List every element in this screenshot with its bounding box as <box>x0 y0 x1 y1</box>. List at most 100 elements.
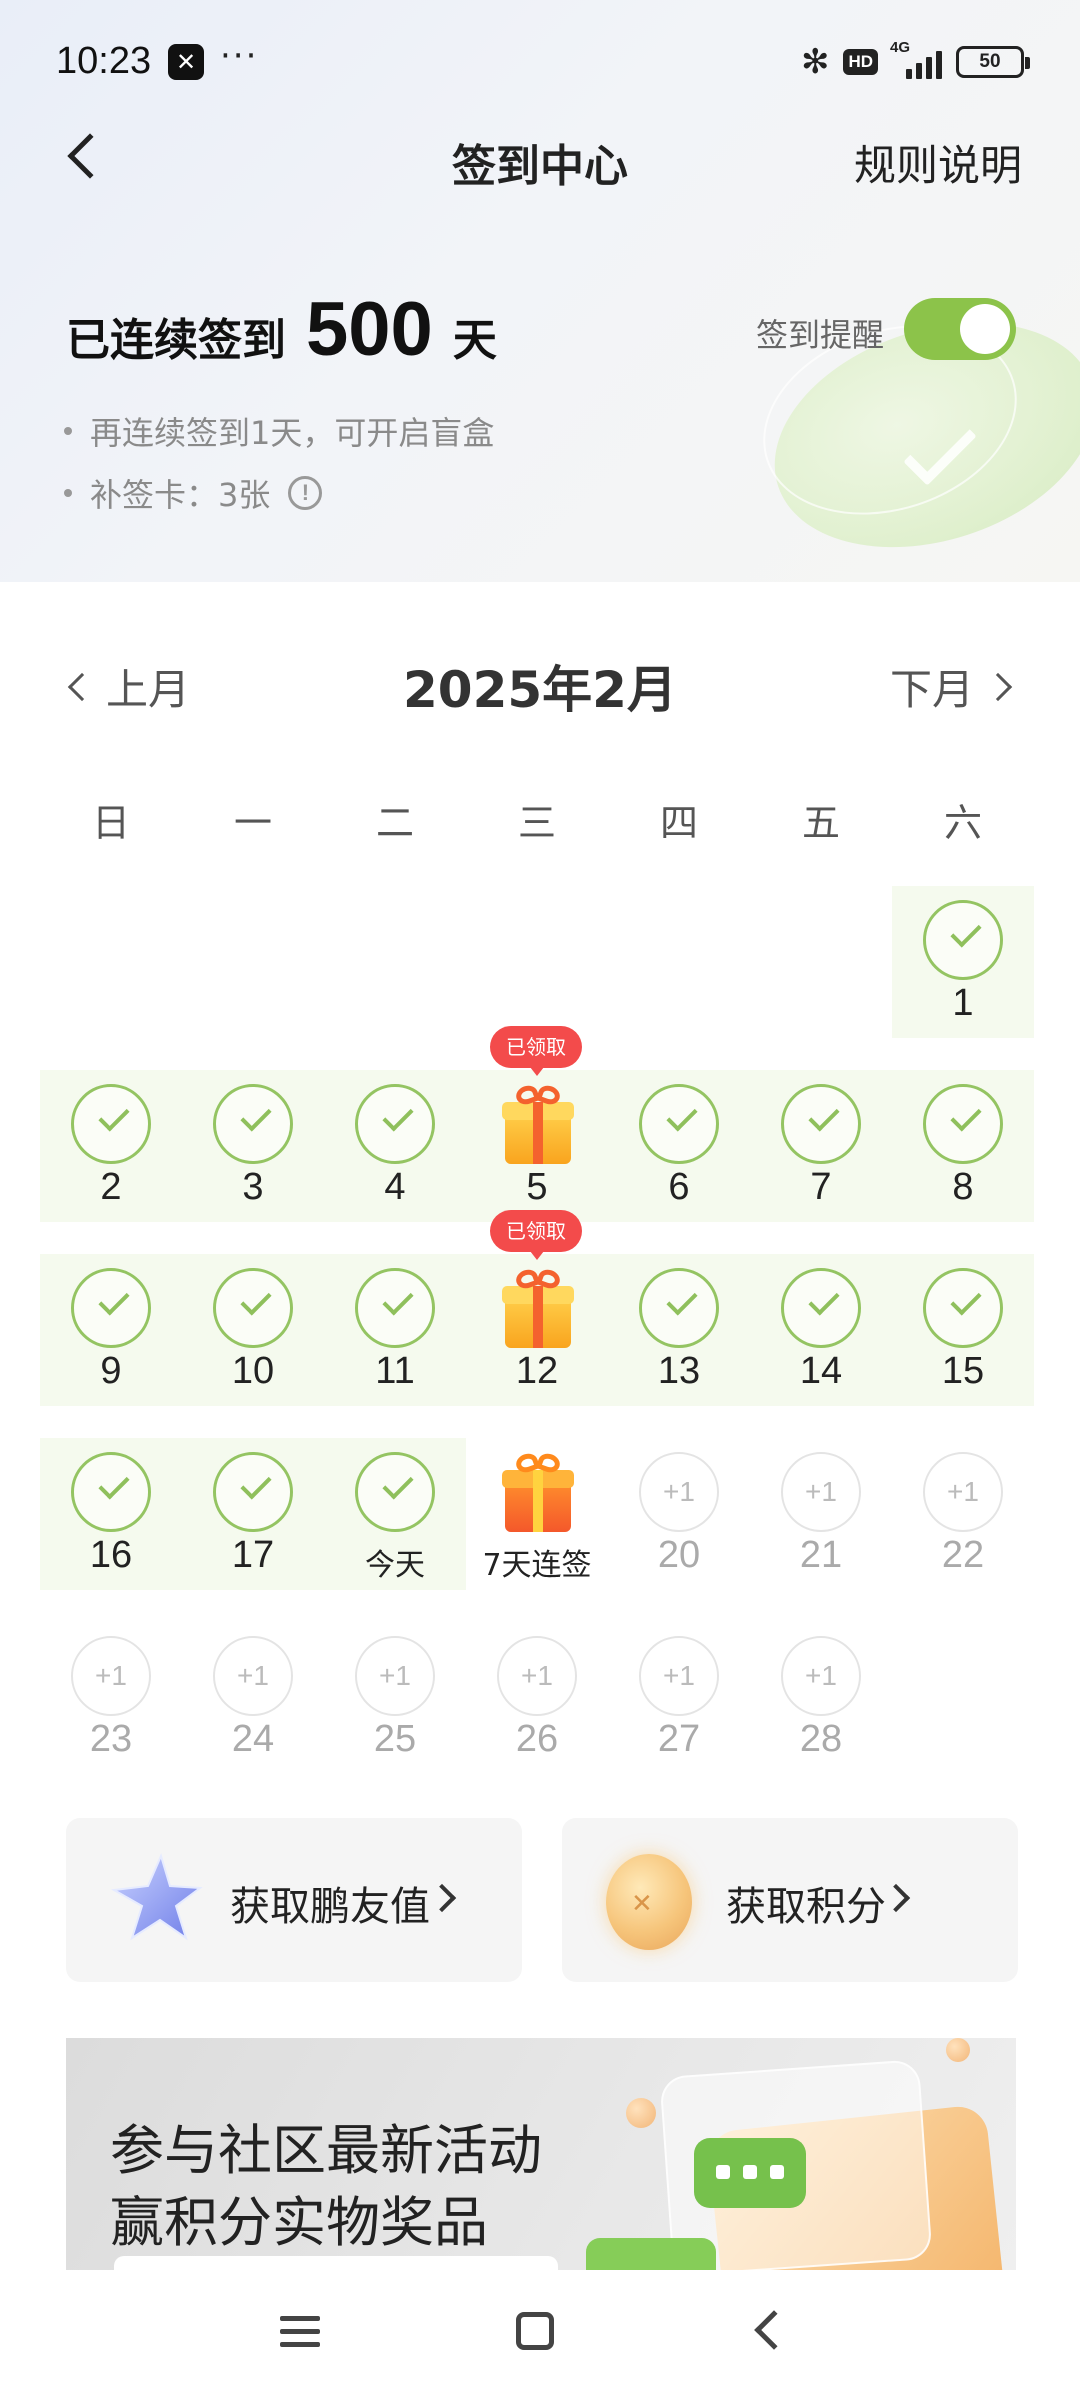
calendar-day[interactable]: 10 <box>182 1254 324 1406</box>
day-number: 17 <box>231 1534 275 1576</box>
calendar-day[interactable]: 8 <box>892 1070 1034 1222</box>
day-number: 28 <box>799 1718 843 1760</box>
info-blind-box: 再连续签到1天，可开启盲盒 <box>64 408 494 454</box>
remind-toggle[interactable] <box>904 298 1016 360</box>
calendar-day-future[interactable]: +1 22 <box>892 1438 1034 1590</box>
calendar-day[interactable]: 16 <box>40 1438 182 1590</box>
next-month-button[interactable]: 下月 <box>889 656 1013 717</box>
plus-one-badge: +1 <box>355 1636 435 1716</box>
hd-badge: HD <box>843 49 878 75</box>
info-icon[interactable]: ! <box>288 476 323 510</box>
day-number: 1 <box>952 982 974 1024</box>
check-circle-icon <box>923 900 1003 980</box>
calendar-day-reward[interactable]: 已领取 12 <box>466 1210 608 1406</box>
weekday-sat: 六 <box>943 801 982 845</box>
bullet-icon <box>64 489 72 497</box>
calendar-day-future[interactable]: +1 27 <box>608 1622 750 1774</box>
plus-one-badge: +1 <box>923 1452 1003 1532</box>
calendar-day-future[interactable]: +1 26 <box>466 1622 608 1774</box>
calendar-day-future[interactable]: +1 28 <box>750 1622 892 1774</box>
calendar-day-future[interactable]: +1 20 <box>608 1438 750 1590</box>
day-number: 4 <box>384 1166 406 1208</box>
calendar-day[interactable]: 6 <box>608 1070 750 1222</box>
battery-icon: 50 <box>956 46 1030 78</box>
chevron-right-icon <box>881 1883 911 1913</box>
plus-one-badge: +1 <box>213 1636 293 1716</box>
calendar-day-future[interactable]: +1 21 <box>750 1438 892 1590</box>
check-circle-icon <box>71 1084 151 1164</box>
calendar-day[interactable]: 17 <box>182 1438 324 1590</box>
day-number: 10 <box>231 1350 275 1392</box>
calendar-day-today[interactable]: 今天 <box>324 1438 466 1590</box>
toggle-knob <box>960 304 1010 354</box>
today-label: 今天 <box>365 1548 425 1583</box>
calendar-day[interactable]: 11 <box>324 1254 466 1406</box>
weekday-tue: 二 <box>375 801 414 845</box>
get-points-label: 获取积分 <box>726 1884 886 1930</box>
day-number: 7 <box>810 1166 832 1208</box>
calendar-day[interactable]: 1 <box>892 886 1034 1038</box>
calendar-day-future[interactable]: +1 23 <box>40 1622 182 1774</box>
day-number: 15 <box>941 1350 985 1392</box>
plus-one-badge: +1 <box>497 1636 577 1716</box>
calendar-day[interactable]: 7 <box>750 1070 892 1222</box>
more-notifications-icon: ··· <box>220 36 259 76</box>
day-number: 24 <box>231 1718 275 1760</box>
system-navigation-bar <box>0 2270 1080 2400</box>
calendar-day[interactable]: 3 <box>182 1070 324 1222</box>
day-number: 16 <box>89 1534 133 1576</box>
day-number: 22 <box>941 1534 985 1576</box>
streak-summary: 已连续签到 500 天 <box>66 286 497 373</box>
coin-icon: ✕ <box>606 1854 692 1950</box>
get-friend-value-label: 获取鹏友值 <box>230 1884 430 1930</box>
check-circle-icon <box>355 1452 435 1532</box>
weekday-thu: 四 <box>659 801 698 845</box>
rules-link[interactable]: 规则说明 <box>854 132 1022 193</box>
star-icon <box>110 1853 203 1941</box>
decorative-ball <box>626 2098 656 2128</box>
next-month-label: 下月 <box>889 665 974 714</box>
home-icon[interactable] <box>516 2312 554 2350</box>
get-points-card[interactable]: ✕ 获取积分 <box>562 1818 1018 1982</box>
calendar-day-reward[interactable]: 已领取 5 <box>466 1026 608 1222</box>
check-circle-icon <box>781 1268 861 1348</box>
get-friend-value-card[interactable]: 获取鹏友值 <box>66 1818 522 1982</box>
battery-level: 50 <box>979 51 1001 72</box>
menu-icon[interactable] <box>280 2314 320 2350</box>
day-number: 21 <box>799 1534 843 1576</box>
calendar-day[interactable]: 2 <box>40 1070 182 1222</box>
calendar-day[interactable]: 9 <box>40 1254 182 1406</box>
weekday-fri: 五 <box>801 801 840 845</box>
day-number: 23 <box>89 1718 133 1760</box>
check-circle-icon <box>639 1268 719 1348</box>
check-circle-icon <box>213 1268 293 1348</box>
weekday-mon: 一 <box>233 801 272 845</box>
banner-title-line2: 赢积分实物奖品 <box>110 2191 488 2254</box>
day-number: 9 <box>100 1350 122 1392</box>
calendar-day[interactable]: 13 <box>608 1254 750 1406</box>
app-notification-icon: ✕ <box>168 44 204 80</box>
calendar-day[interactable]: 15 <box>892 1254 1034 1406</box>
streak-suffix: 天 <box>452 315 497 366</box>
calendar-day[interactable]: 14 <box>750 1254 892 1406</box>
check-circle-icon <box>639 1084 719 1164</box>
community-activity-banner[interactable]: 参与社区最新活动 赢积分实物奖品 <box>66 2038 1016 2270</box>
weekday-sun: 日 <box>91 801 130 845</box>
chat-bubble-icon <box>586 2238 716 2270</box>
check-circle-icon <box>355 1084 435 1164</box>
calendar-day-future[interactable]: +1 25 <box>324 1622 466 1774</box>
bullet-icon <box>64 427 72 435</box>
status-time: 10:23 <box>56 40 152 82</box>
calendar-day[interactable]: 4 <box>324 1070 466 1222</box>
check-circle-icon <box>71 1452 151 1532</box>
weekday-wed: 三 <box>517 801 556 845</box>
gift-icon <box>502 1450 574 1532</box>
status-bar: 10:23 ✕ ··· ✻ HD 4G 50 <box>0 0 1080 120</box>
calendar-day-future[interactable]: +1 24 <box>182 1622 324 1774</box>
streak-prefix: 已连续签到 <box>66 315 286 366</box>
day-number: 14 <box>799 1350 843 1392</box>
day-number: 27 <box>657 1718 701 1760</box>
calendar-day-bonus[interactable]: 7天连签 <box>466 1438 608 1590</box>
system-back-icon[interactable] <box>754 2310 794 2350</box>
banner-button[interactable] <box>114 2256 558 2270</box>
